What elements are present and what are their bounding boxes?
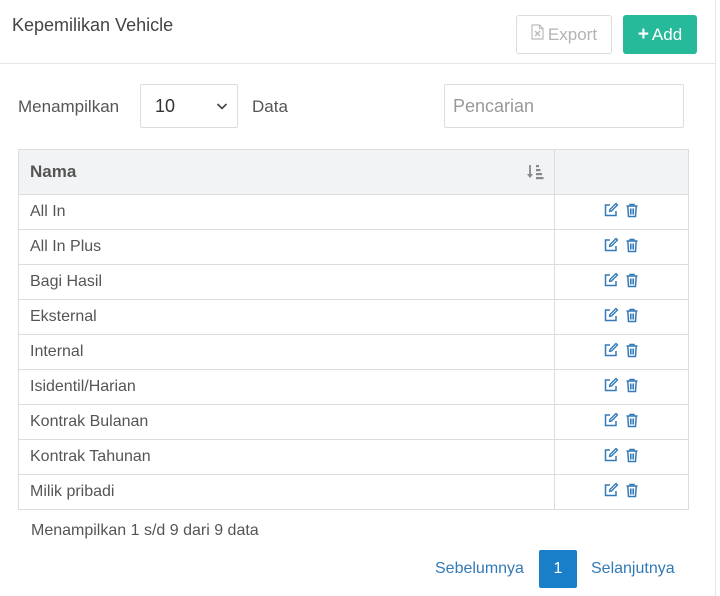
table-row: Eksternal: [18, 299, 689, 335]
row-actions: [554, 264, 689, 300]
row-actions: [554, 439, 689, 475]
row-actions: [554, 369, 689, 405]
edit-icon[interactable]: [603, 307, 619, 328]
row-nama: Internal: [18, 334, 555, 370]
header-divider: [0, 63, 716, 64]
table-row: Internal: [18, 334, 689, 370]
vehicle-ownership-panel: Kepemilikan Vehicle Export + Add Menampi…: [0, 0, 716, 596]
data-label: Data: [252, 97, 288, 116]
row-nama: All In Plus: [18, 229, 555, 265]
table-row: All In: [18, 194, 689, 230]
row-actions: [554, 404, 689, 440]
page-size-value: 10: [155, 95, 176, 116]
add-button-label: Add: [651, 24, 683, 44]
row-actions: [554, 229, 689, 265]
file-excel-icon: [531, 24, 544, 45]
show-label: Menampilkan: [18, 97, 120, 116]
export-button-label: Export: [547, 24, 598, 44]
column-header-actions: [554, 149, 689, 195]
table-row: Kontrak Tahunan: [18, 439, 689, 475]
next-page-link[interactable]: Selanjutnya: [591, 550, 675, 588]
trash-icon[interactable]: [624, 482, 640, 503]
table-row: Bagi Hasil: [18, 264, 689, 300]
edit-icon[interactable]: [603, 377, 619, 398]
trash-icon[interactable]: [624, 272, 640, 293]
row-nama: Milik pribadi: [18, 474, 555, 510]
column-header-nama-label: Nama: [30, 162, 77, 181]
trash-icon[interactable]: [624, 447, 640, 468]
chevron-down-icon: [216, 103, 228, 110]
row-actions: [554, 299, 689, 335]
vehicle-ownership-table: Nama All In All In Plus Bagi Hasil Eksterna…: [18, 149, 689, 510]
trash-icon[interactable]: [624, 307, 640, 328]
table-body: All In All In Plus Bagi Hasil Eksternal Inte…: [18, 194, 689, 510]
row-nama: Isidentil/Harian: [18, 369, 555, 405]
table-row: All In Plus: [18, 229, 689, 265]
edit-icon[interactable]: [603, 447, 619, 468]
table-row: Kontrak Bulanan: [18, 404, 689, 440]
edit-icon[interactable]: [603, 237, 619, 258]
table-row: Milik pribadi: [18, 474, 689, 510]
trash-icon[interactable]: [624, 377, 640, 398]
trash-icon[interactable]: [624, 412, 640, 433]
trash-icon[interactable]: [624, 202, 640, 223]
plus-icon: +: [637, 24, 649, 45]
row-nama: Kontrak Tahunan: [18, 439, 555, 475]
row-actions: [554, 194, 689, 230]
add-button[interactable]: + Add: [623, 15, 697, 54]
row-actions: [554, 474, 689, 510]
column-header-nama[interactable]: Nama: [18, 149, 555, 195]
search-input[interactable]: [444, 84, 684, 128]
edit-icon[interactable]: [603, 342, 619, 363]
row-nama: Bagi Hasil: [18, 264, 555, 300]
pagination-info: Menampilkan 1 s/d 9 dari 9 data: [31, 522, 259, 539]
page-title: Kepemilikan Vehicle: [12, 15, 174, 35]
row-nama: Eksternal: [18, 299, 555, 335]
page-size-select[interactable]: 10: [140, 84, 238, 128]
row-actions: [554, 334, 689, 370]
table-row: Isidentil/Harian: [18, 369, 689, 405]
edit-icon[interactable]: [603, 202, 619, 223]
export-button[interactable]: Export: [516, 15, 612, 54]
edit-icon[interactable]: [603, 482, 619, 503]
trash-icon[interactable]: [624, 342, 640, 363]
table-header-row: Nama: [18, 149, 689, 195]
previous-page-link[interactable]: Sebelumnya: [435, 550, 524, 588]
edit-icon[interactable]: [603, 272, 619, 293]
page-1-button[interactable]: 1: [539, 550, 577, 588]
row-nama: All In: [18, 194, 555, 230]
sort-amount-icon[interactable]: [526, 163, 544, 181]
row-nama: Kontrak Bulanan: [18, 404, 555, 440]
edit-icon[interactable]: [603, 412, 619, 433]
trash-icon[interactable]: [624, 237, 640, 258]
